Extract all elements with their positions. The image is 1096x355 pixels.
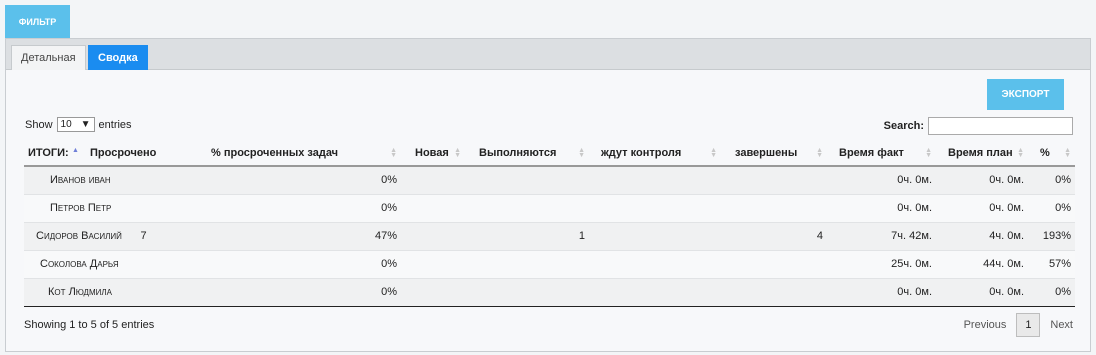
- cell-percent: 0%: [1028, 277, 1075, 307]
- sort-icon: ▲ ▼: [578, 147, 585, 159]
- cell-new: [401, 277, 465, 307]
- cell-new: [401, 221, 465, 250]
- summary-panel: Детальная Сводка ЭКСПОРТ Show 10 ▼ entri…: [5, 38, 1091, 352]
- export-button[interactable]: ЭКСПОРТ: [987, 79, 1064, 110]
- cell-time-planned: 0ч. 0м.: [936, 193, 1028, 222]
- cell-time-planned: 0ч. 0м.: [936, 165, 1028, 194]
- sort-icon: ▲ ▼: [816, 147, 823, 159]
- chevron-down-icon: ▼: [80, 119, 91, 130]
- cell-time-planned: 44ч. 0м.: [936, 249, 1028, 278]
- tab-detailed[interactable]: Детальная: [11, 45, 86, 70]
- row-name: Кот Людмила: [24, 277, 112, 307]
- filter-button[interactable]: ФИЛЬТР: [5, 5, 70, 38]
- sort-icon: ▲ ▼: [390, 147, 397, 159]
- cell-new: [401, 165, 465, 194]
- search-input[interactable]: [928, 117, 1073, 135]
- next-page-button[interactable]: Next: [1050, 319, 1073, 331]
- entries-label: entries: [98, 118, 132, 131]
- cell-awaiting-control: [589, 165, 721, 194]
- cell-time-actual: 0ч. 0м.: [827, 165, 936, 194]
- previous-page-button[interactable]: Previous: [964, 319, 1007, 331]
- show-label: Show: [25, 118, 53, 131]
- sort-icon: ▲ ▼: [1017, 147, 1024, 159]
- cell-in-progress: [465, 277, 589, 307]
- cell-percent: 0%: [1028, 193, 1075, 222]
- cell-percent: 57%: [1028, 249, 1075, 278]
- sort-icon: ▲ ▼: [454, 147, 461, 159]
- cell-time-actual: 0ч. 0м.: [827, 193, 936, 222]
- sort-icon: ▲ ▼: [1064, 147, 1071, 159]
- page-1-button[interactable]: 1: [1016, 313, 1041, 337]
- column-header-awaiting-control[interactable]: ждут контроля ▲ ▼: [589, 141, 721, 167]
- cell-completed: [721, 165, 827, 194]
- cell-overdue-percent: 0%: [207, 165, 401, 194]
- cell-time-actual: 7ч. 42м.: [827, 221, 936, 250]
- cell-in-progress: [465, 193, 589, 222]
- cell-awaiting-control: [589, 249, 721, 278]
- cell-new: [401, 249, 465, 278]
- table-row[interactable]: Сидоров Василий 7 47% 1 4 7ч. 42м. 4ч. 0…: [24, 221, 1075, 250]
- column-header-in-progress[interactable]: Выполняются ▲ ▼: [465, 141, 589, 167]
- column-header-time-actual[interactable]: Время факт ▲ ▼: [827, 141, 936, 167]
- cell-awaiting-control: [589, 193, 721, 222]
- entries-select-value: 10: [60, 119, 72, 130]
- table-row[interactable]: Петров Петр 0% 0ч. 0м. 0ч. 0м. 0%: [24, 193, 1075, 222]
- search-label: Search:: [883, 120, 924, 132]
- column-header-new[interactable]: Новая ▲ ▼: [401, 141, 465, 167]
- cell-in-progress: 1: [465, 221, 589, 250]
- row-name: Петров Петр: [24, 193, 111, 222]
- sort-asc-icon: ▲: [72, 147, 79, 154]
- sort-icon: ▲ ▼: [710, 147, 717, 159]
- cell-completed: [721, 249, 827, 278]
- cell-awaiting-control: [589, 277, 721, 307]
- table-row[interactable]: Соколова Дарья 0% 25ч. 0м. 44ч. 0м. 57%: [24, 249, 1075, 278]
- row-name: Соколова Дарья: [24, 249, 119, 278]
- cell-in-progress: [465, 165, 589, 194]
- cell-percent: 0%: [1028, 165, 1075, 194]
- row-name: Сидоров Василий: [24, 221, 122, 250]
- cell-overdue-percent: 0%: [207, 193, 401, 222]
- table-row[interactable]: Кот Людмила 0% 0ч. 0м. 0ч. 0м. 0%: [24, 277, 1075, 307]
- pagination: Previous 1 Next: [964, 313, 1073, 337]
- cell-overdue-percent: 0%: [207, 277, 401, 307]
- column-header-time-planned[interactable]: Время план ▲ ▼: [936, 141, 1028, 167]
- sort-icon: ▲ ▼: [925, 147, 932, 159]
- table-info: Showing 1 to 5 of 5 entries: [24, 319, 155, 331]
- search-control: Search:: [884, 117, 1073, 135]
- column-header-completed[interactable]: завершены ▲ ▼: [721, 141, 827, 167]
- cell-new: [401, 193, 465, 222]
- column-header-overdue-percent[interactable]: % просроченных задач ▲ ▼: [207, 141, 401, 167]
- cell-time-planned: 0ч. 0м.: [936, 277, 1028, 307]
- cell-completed: 4: [721, 221, 827, 250]
- entries-select[interactable]: 10 ▼: [56, 117, 95, 132]
- row-name: Иванов иван: [24, 165, 111, 194]
- cell-in-progress: [465, 249, 589, 278]
- cell-overdue-percent: 47%: [207, 221, 401, 250]
- cell-time-actual: 25ч. 0м.: [827, 249, 936, 278]
- column-header-overdue[interactable]: Просрочено ▲: [72, 141, 207, 167]
- column-header-percent[interactable]: % ▲ ▼: [1028, 141, 1075, 167]
- tab-bar: Детальная Сводка: [6, 39, 1090, 70]
- cell-overdue-percent: 0%: [207, 249, 401, 278]
- cell-completed: [721, 277, 827, 307]
- cell-awaiting-control: [589, 221, 721, 250]
- table-row[interactable]: Иванов иван 0% 0ч. 0м. 0ч. 0м. 0%: [24, 165, 1075, 194]
- summary-table: ИТОГИ: Просрочено ▲ % просроченных задач ▲…: [24, 141, 1075, 307]
- cell-time-actual: 0ч. 0м.: [827, 277, 936, 307]
- tab-summary[interactable]: Сводка: [88, 45, 148, 70]
- entries-length-control: Show 10 ▼ entries: [25, 117, 132, 132]
- cell-time-planned: 4ч. 0м.: [936, 221, 1028, 250]
- cell-completed: [721, 193, 827, 222]
- table-header-row: ИТОГИ: Просрочено ▲ % просроченных задач ▲…: [24, 141, 1075, 167]
- cell-percent: 193%: [1028, 221, 1075, 250]
